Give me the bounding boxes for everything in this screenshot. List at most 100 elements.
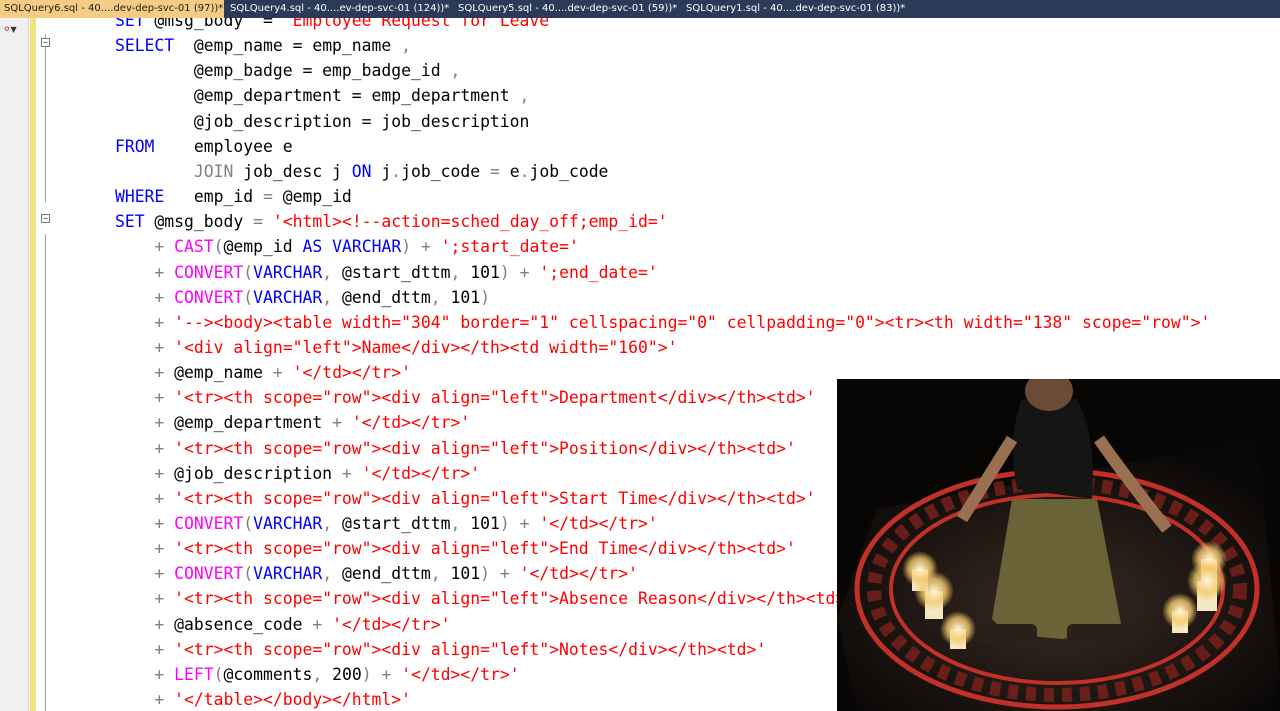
code-token: + xyxy=(154,363,165,383)
code-line[interactable]: + '<tr><th scope="row"><div align="left"… xyxy=(36,536,795,561)
code-token: ) xyxy=(480,287,490,307)
code-line[interactable]: SELECT @emp_name = emp_name , xyxy=(36,33,411,58)
code-token: @emp_department = emp_department xyxy=(193,86,520,106)
code-line[interactable]: + @emp_department + '</td></tr>' xyxy=(36,410,470,435)
editor-tab[interactable]: SQLQuery5.sql - 40....dev-dep-svc-01 (59… xyxy=(454,0,680,18)
code-token: 'Employee Request for Leave' xyxy=(282,18,560,30)
code-line[interactable]: + LEFT(@comments, 200) + '</td></tr>' xyxy=(36,662,519,687)
code-line[interactable]: + '<tr><th scope="row"><div align="left"… xyxy=(36,486,815,511)
code-line[interactable]: + '<tr><th scope="row"><div align="left"… xyxy=(36,385,815,410)
ritual-photo-overlay xyxy=(837,379,1280,711)
code-line[interactable]: JOIN job_desc j ON j.job_code = e.job_co… xyxy=(36,159,609,184)
code-line[interactable]: + '</table></body></html>' xyxy=(36,687,411,711)
code-line[interactable]: SET @msg_body = '<html><!--action=sched_… xyxy=(36,209,668,234)
code-token: + xyxy=(332,413,342,433)
code-token: '<html><!--action=sched_day_off;emp_id=' xyxy=(272,212,668,232)
code-line[interactable]: + @job_description + '</td></tr>' xyxy=(36,461,480,486)
code-token: + xyxy=(154,262,165,282)
code-token: , xyxy=(450,514,461,533)
code-line[interactable]: SET @msg_body = 'Employee Request for Le… xyxy=(36,18,559,33)
code-token: @emp_id xyxy=(223,237,303,257)
code-token: + xyxy=(154,312,165,332)
code-line[interactable]: + CONVERT(VARCHAR, @end_dttm, 101) + '</… xyxy=(36,561,638,586)
code-line[interactable]: + '<tr><th scope="row"><div align="left"… xyxy=(36,637,766,662)
code-token: VARCHAR xyxy=(332,237,402,257)
code-token: . xyxy=(391,161,402,181)
code-token: AS xyxy=(302,237,323,257)
code-token: @comments xyxy=(223,664,313,684)
code-token: ( xyxy=(213,664,224,684)
code-token: , xyxy=(519,86,530,106)
code-token: VARCHAR xyxy=(253,514,323,533)
code-token: CONVERT xyxy=(174,514,244,533)
code-token: + xyxy=(499,564,510,584)
code-token: CONVERT xyxy=(174,262,244,282)
code-token: '</td></tr>' xyxy=(332,614,451,634)
code-line[interactable]: + CONVERT(VARCHAR, @end_dttm, 101) xyxy=(36,285,490,310)
code-token: ( xyxy=(213,237,224,257)
code-line[interactable]: @job_description = job_description xyxy=(36,109,530,134)
code-token: @msg_body = xyxy=(144,18,283,30)
code-token: 101 xyxy=(440,564,481,584)
code-token: FROM xyxy=(114,136,155,156)
breakpoint-dropdown-button[interactable]: ⚪▼ xyxy=(3,23,25,37)
code-line[interactable]: + @emp_name + '</td></tr>' xyxy=(36,360,411,385)
code-token: ) xyxy=(480,564,490,584)
code-token: SET xyxy=(114,18,145,30)
code-token: '</table></body></html>' xyxy=(174,690,412,710)
code-token: j xyxy=(371,161,392,181)
editor-tab[interactable]: SQLQuery6.sql - 40....dev-dep-svc-01 (97… xyxy=(0,0,224,18)
code-token: 101 xyxy=(460,262,500,282)
code-line[interactable]: @emp_department = emp_department , xyxy=(36,83,530,108)
code-line[interactable]: + '<tr><th scope="row"><div align="left"… xyxy=(36,436,795,461)
code-token: job_code xyxy=(529,161,609,181)
code-token: LEFT xyxy=(174,664,214,684)
code-line[interactable]: + @absence_code + '</td></tr>' xyxy=(36,612,451,637)
code-line[interactable]: + '--><body><table width="304" border="1… xyxy=(36,310,1210,335)
code-token: JOIN xyxy=(193,161,234,181)
code-line[interactable]: + CONVERT(VARCHAR, @start_dttm, 101) + '… xyxy=(36,260,657,285)
code-token: @job_description = job_description xyxy=(193,111,530,131)
editor-tab[interactable]: SQLQuery1.sql - 40....dev-dep-svc-01 (83… xyxy=(682,0,910,18)
code-line[interactable]: + CONVERT(VARCHAR, @start_dttm, 101) + '… xyxy=(36,511,657,536)
code-token: @end_dttm xyxy=(332,564,431,584)
code-token: + xyxy=(154,539,165,559)
editor-tab[interactable]: SQLQuery4.sql - 40....ev-dep-svc-01 (124… xyxy=(226,0,452,18)
code-token: '--><body><table width="304" border="1" … xyxy=(174,312,1211,332)
code-token: VARCHAR xyxy=(253,564,323,584)
code-token: '<tr><th scope="row"><div align="left">A… xyxy=(174,589,856,609)
code-token: + xyxy=(519,262,530,282)
code-line[interactable]: FROM employee e xyxy=(36,134,293,159)
code-token: + xyxy=(154,337,165,357)
code-line[interactable]: WHERE emp_id = @emp_id xyxy=(36,184,352,209)
code-line[interactable]: + CAST(@emp_id AS VARCHAR) + ';start_dat… xyxy=(36,234,578,259)
code-token: + xyxy=(154,690,165,710)
code-line[interactable]: @emp_badge = emp_badge_id , xyxy=(36,58,460,83)
code-line[interactable]: + '<div align="left">Name</div></th><td … xyxy=(36,335,677,360)
code-token: e xyxy=(499,161,520,181)
code-line[interactable]: + '<tr><th scope="row"><div align="left"… xyxy=(36,586,855,611)
